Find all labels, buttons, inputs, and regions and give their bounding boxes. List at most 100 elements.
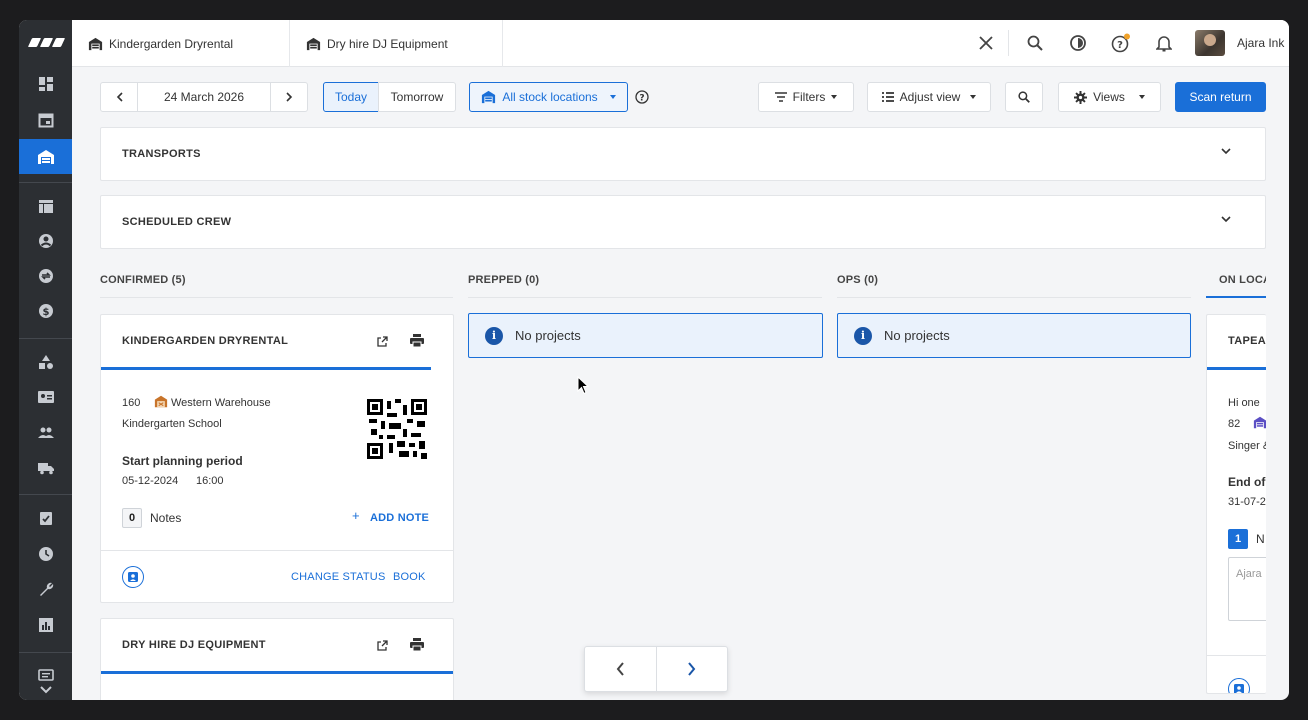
print-icon[interactable]: [410, 638, 424, 656]
avatar[interactable]: [1195, 30, 1225, 56]
caret-down-icon: [1138, 95, 1145, 99]
dashboard-icon[interactable]: [19, 66, 72, 101]
chevron-down-icon: [1221, 148, 1231, 155]
tab-kindergarden-dryrental[interactable]: Kindergarden Dryrental: [72, 20, 290, 67]
scheduled-crew-section[interactable]: SCHEDULED CREW: [100, 195, 1266, 249]
section-title: TRANSPORTS: [122, 148, 201, 160]
next-date-button[interactable]: [270, 82, 308, 112]
stock-location-label: All stock locations: [502, 90, 598, 104]
project-title: TAPEAC: [1228, 335, 1266, 347]
project-title: DRY HIRE DJ EQUIPMENT: [122, 639, 266, 651]
date-picker[interactable]: 24 March 2026: [137, 82, 271, 112]
notes-label: N: [1256, 532, 1265, 546]
project-subtitle: Hi one: [1228, 397, 1260, 409]
open-external-icon[interactable]: [376, 335, 388, 353]
contact-card-icon[interactable]: [1228, 678, 1250, 693]
planning-period-label: End of: [1228, 475, 1266, 489]
svg-text:?: ?: [1117, 40, 1123, 51]
column-header-confirmed: CONFIRMED (5): [100, 274, 186, 286]
transfer-icon[interactable]: [19, 258, 72, 293]
stock-location-dropdown[interactable]: All stock locations: [469, 82, 628, 112]
chevron-right-icon: [688, 662, 696, 676]
app-logo[interactable]: [27, 33, 65, 51]
id-card-icon[interactable]: [19, 379, 72, 414]
adjust-view-button[interactable]: Adjust view: [867, 82, 991, 112]
note-input[interactable]: Ajara: [1228, 557, 1266, 621]
previous-date-button[interactable]: [100, 82, 138, 112]
add-note-link[interactable]: ADD NOTE: [370, 512, 429, 524]
warehouse-icon: [88, 37, 103, 50]
project-card[interactable]: TAPEAC Hi one 82 Singer & End of 31-07-2…: [1206, 314, 1266, 694]
planning-time: 16:00: [196, 475, 224, 487]
change-status-link[interactable]: CHANGE STATUS: [291, 571, 385, 583]
empty-state-text: No projects: [884, 328, 950, 343]
filters-button[interactable]: Filters: [758, 82, 854, 112]
project-card[interactable]: DRY HIRE DJ EQUIPMENT: [100, 618, 454, 700]
views-button[interactable]: Views: [1058, 82, 1161, 112]
calendar-icon[interactable]: [19, 102, 72, 137]
info-icon: i: [485, 326, 503, 345]
contact-card-icon[interactable]: [122, 566, 144, 588]
chart-icon[interactable]: [19, 607, 72, 642]
planning-period-label: Start planning period: [122, 454, 243, 468]
column-header-ops: OPS (0): [837, 274, 879, 286]
shapes-icon[interactable]: [19, 344, 72, 379]
truck-icon[interactable]: [19, 450, 72, 485]
adjust-view-label: Adjust view: [899, 90, 961, 104]
warehouse-icon: [306, 37, 321, 50]
tomorrow-button[interactable]: Tomorrow: [378, 82, 456, 112]
next-columns-button[interactable]: [655, 647, 728, 691]
project-title: KINDERGARDEN DRYRENTAL: [122, 335, 289, 347]
project-card[interactable]: KINDERGARDEN DRYRENTAL 160 Western Wareh…: [100, 314, 454, 603]
print-icon[interactable]: [410, 334, 424, 352]
column-pager: [584, 646, 728, 692]
today-button[interactable]: Today: [323, 82, 379, 112]
warehouse-icon[interactable]: [19, 139, 72, 174]
caret-down-icon: [609, 95, 616, 99]
help-icon[interactable]: ?: [635, 90, 649, 104]
planning-date: 05-12-2024: [122, 475, 179, 487]
chevron-right-icon: [285, 92, 292, 102]
caret-down-icon: [831, 95, 838, 99]
clock-icon[interactable]: [19, 536, 72, 571]
people-icon[interactable]: [19, 415, 72, 450]
chevron-down-icon[interactable]: [19, 680, 72, 700]
tab-dry-hire-dj-equipment[interactable]: Dry hire DJ Equipment: [290, 20, 503, 67]
current-date: 24 March 2026: [163, 90, 245, 104]
notes-count: 1: [1228, 529, 1248, 549]
notes-count: 0: [122, 508, 142, 528]
search-button[interactable]: [1005, 82, 1043, 112]
sidebar: $: [19, 20, 72, 700]
bell-icon[interactable]: [1154, 33, 1174, 53]
close-icon[interactable]: [976, 33, 996, 53]
search-icon[interactable]: [1025, 33, 1045, 53]
svg-text:$: $: [42, 307, 49, 318]
clipboard-icon[interactable]: [19, 500, 72, 535]
empty-state-ops: i No projects: [837, 313, 1191, 358]
project-number: 160: [122, 397, 141, 409]
finance-icon[interactable]: $: [19, 293, 72, 328]
open-external-icon[interactable]: [376, 639, 388, 657]
gear-icon: [1074, 90, 1088, 104]
client-name: Kindergarten School: [122, 418, 222, 430]
app-window: $ Kindergarden Dryrental Dry hire DJ Equ…: [19, 20, 1289, 700]
contact-icon[interactable]: [19, 223, 72, 258]
qr-code: [367, 399, 427, 459]
user-name[interactable]: Ajara Ink: [1237, 36, 1284, 50]
transports-section[interactable]: TRANSPORTS: [100, 127, 1266, 181]
notes-label: Notes: [150, 511, 182, 525]
help-icon[interactable]: ?: [1111, 33, 1131, 53]
warehouse-icon: [1253, 416, 1266, 434]
theme-icon[interactable]: [1068, 33, 1088, 53]
table-icon[interactable]: [19, 188, 72, 223]
book-link[interactable]: BOOK: [393, 571, 426, 583]
planning-date: 31-07-2: [1228, 496, 1266, 508]
mouse-cursor: [577, 375, 590, 400]
previous-columns-button[interactable]: [585, 647, 656, 691]
project-number: 82: [1228, 418, 1241, 430]
plus-icon: +: [352, 508, 360, 523]
empty-state-prepped: i No projects: [468, 313, 823, 358]
wrench-icon[interactable]: [19, 571, 72, 606]
scan-return-button[interactable]: Scan return: [1175, 82, 1266, 112]
client-name: Singer &: [1228, 440, 1266, 452]
